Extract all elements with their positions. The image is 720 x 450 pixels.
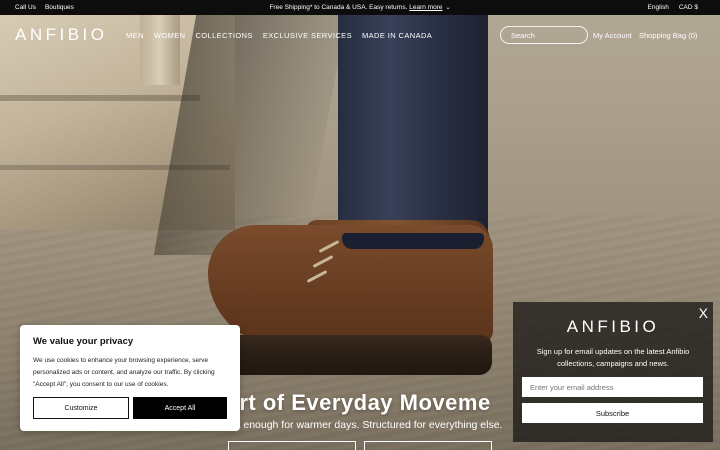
topbar-right: English CAD $ (648, 4, 698, 11)
language-selector[interactable]: English (648, 4, 669, 11)
hero-button[interactable] (364, 441, 492, 450)
subscribe-button[interactable]: Subscribe (522, 403, 703, 423)
cookie-title: We value your privacy (33, 336, 134, 347)
announcement-bar: Call Us Boutiques Free Shipping* to Cana… (0, 0, 720, 15)
learn-more-link[interactable]: Learn more (409, 4, 442, 11)
wall-seam (0, 95, 200, 101)
cookie-actions: Customize Accept All (33, 397, 227, 419)
nav-collections[interactable]: COLLECTIONS (195, 31, 252, 40)
jeans-hem (342, 233, 484, 249)
site-logo[interactable]: ANFIBIO (15, 25, 108, 45)
cookie-text: We use cookies to enhance your browsing … (33, 357, 215, 388)
search-input[interactable] (500, 26, 588, 44)
shipping-text: Free Shipping* to Canada & USA. Easy ret… (269, 4, 408, 11)
main-nav: MEN WOMEN COLLECTIONS EXCLUSIVE SERVICES… (126, 31, 432, 40)
accept-all-button[interactable]: Accept All (133, 397, 227, 419)
customize-button[interactable]: Customize (33, 397, 129, 419)
my-account-link[interactable]: My Account (593, 31, 632, 40)
newsletter-logo: ANFIBIO (566, 317, 660, 336)
currency-selector[interactable]: CAD $ (679, 4, 698, 11)
nav-women[interactable]: WOMEN (154, 31, 186, 40)
boot-sole (200, 335, 492, 375)
newsletter-popup: X ANFIBIO Sign up for email updates on t… (513, 302, 713, 442)
cookie-consent-dialog: We value your privacy We use cookies to … (20, 325, 240, 431)
newsletter-text: Sign up for email updates on the latest … (536, 347, 690, 368)
hero-button[interactable] (228, 441, 356, 450)
shipping-message: Free Shipping* to Canada & USA. Easy ret… (0, 4, 720, 11)
nav-men[interactable]: MEN (126, 31, 144, 40)
shopping-bag-link[interactable]: Shopping Bag (0) (639, 31, 697, 40)
jeans-leg (338, 15, 488, 250)
hero-title: rt of Everyday Moveme (239, 390, 491, 415)
nav-made-in-canada[interactable]: MADE IN CANADA (362, 31, 432, 40)
nav-exclusive-services[interactable]: EXCLUSIVE SERVICES (263, 31, 352, 40)
stone-post (140, 15, 180, 85)
chevron-down-icon[interactable]: ⌄ (446, 4, 451, 11)
hero-subtitle: t enough for warmer days. Structured for… (237, 419, 503, 431)
email-field[interactable] (522, 377, 703, 397)
